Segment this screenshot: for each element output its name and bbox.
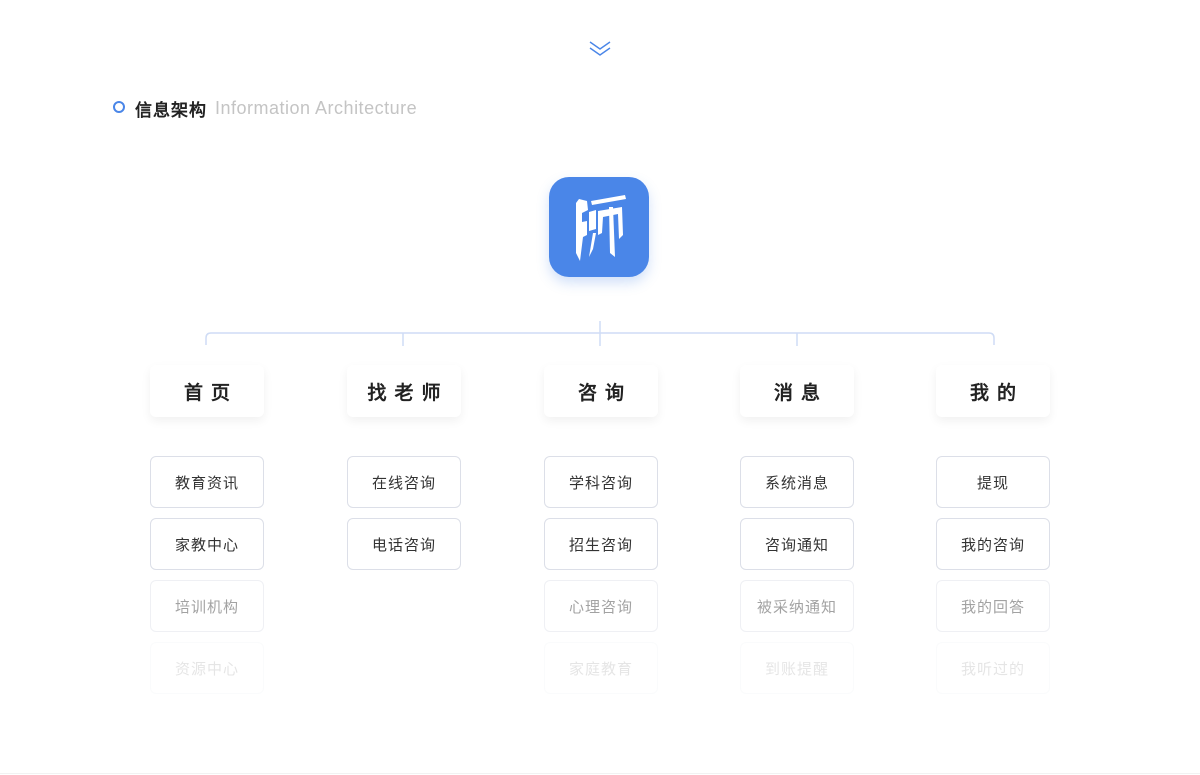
node-consult-notice: 咨询通知 bbox=[740, 518, 854, 570]
section-title-en: Information Architecture bbox=[215, 98, 418, 118]
node-accepted-notice: 被采纳通知 bbox=[740, 580, 854, 632]
node-my-answers: 我的回答 bbox=[936, 580, 1050, 632]
app-logo-icon: 師 bbox=[549, 177, 649, 277]
column-header-messages: 消息 bbox=[740, 365, 854, 417]
column-header-consult: 咨询 bbox=[544, 365, 658, 417]
column-header-find-teacher: 找老师 bbox=[347, 365, 461, 417]
node-system-messages: 系统消息 bbox=[740, 456, 854, 508]
node-resource-center: 资源中心 bbox=[150, 642, 264, 694]
column-header-mine: 我的 bbox=[936, 365, 1050, 417]
column-mine: 我的 提现 我的咨询 我的回答 我听过的 bbox=[936, 365, 1050, 704]
node-psych-consult: 心理咨询 bbox=[544, 580, 658, 632]
bottom-divider bbox=[0, 773, 1200, 774]
node-family-education: 家庭教育 bbox=[544, 642, 658, 694]
node-online-consult: 在线咨询 bbox=[347, 456, 461, 508]
teacher-glyph-icon bbox=[576, 195, 626, 261]
node-tutor-center: 家教中心 bbox=[150, 518, 264, 570]
double-chevron-down-icon bbox=[589, 41, 611, 56]
circle-bullet-icon bbox=[113, 100, 125, 113]
column-consult: 咨询 学科咨询 招生咨询 心理咨询 家庭教育 bbox=[544, 365, 658, 704]
column-messages: 消息 系统消息 咨询通知 被采纳通知 到账提醒 bbox=[740, 365, 854, 704]
column-header-home: 首页 bbox=[150, 365, 264, 417]
node-admission-consult: 招生咨询 bbox=[544, 518, 658, 570]
node-withdraw: 提现 bbox=[936, 456, 1050, 508]
node-subject-consult: 学科咨询 bbox=[544, 456, 658, 508]
column-find-teacher: 找老师 在线咨询 电话咨询 bbox=[347, 365, 461, 580]
section-title: 信息架构 Information Architecture bbox=[113, 96, 417, 121]
node-payment-reminder: 到账提醒 bbox=[740, 642, 854, 694]
node-training-institutions: 培训机构 bbox=[150, 580, 264, 632]
node-my-consults: 我的咨询 bbox=[936, 518, 1050, 570]
node-education-news: 教育资讯 bbox=[150, 456, 264, 508]
column-home: 首页 教育资讯 家教中心 培训机构 资源中心 bbox=[150, 365, 264, 704]
node-listened: 我听过的 bbox=[936, 642, 1050, 694]
section-title-cn: 信息架构 bbox=[135, 101, 207, 121]
node-phone-consult: 电话咨询 bbox=[347, 518, 461, 570]
